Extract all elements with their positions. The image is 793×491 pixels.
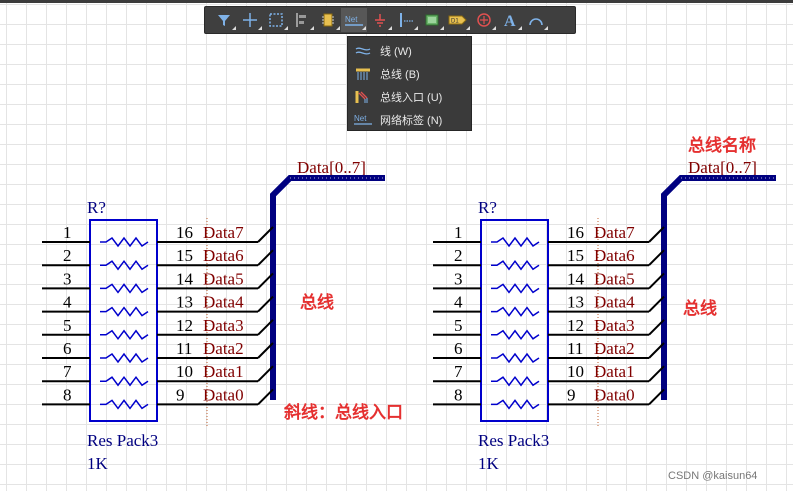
left-pin-number: 2	[63, 246, 72, 265]
left-pin-number: 4	[454, 293, 463, 312]
net-label: Data0	[203, 385, 244, 404]
bus-line	[661, 175, 776, 400]
right-pin-number: 13	[567, 293, 584, 312]
schematic-right: R? Res Pack3 1K Data[0..7] 1 16 Data72 15 Da…	[433, 158, 776, 473]
component-value: 1K	[87, 454, 109, 473]
right-pin-number: 12	[176, 316, 193, 335]
schematic-left: R? Res Pack3 1K Data[0..7] 1 16 Data72 15 Da…	[42, 158, 385, 473]
right-pin-number: 10	[176, 362, 193, 381]
resistor-element	[491, 306, 540, 317]
left-pin-number: 8	[454, 385, 463, 404]
right-pin-number: 12	[567, 316, 584, 335]
right-pin-number: 9	[176, 385, 185, 404]
designator: R?	[87, 198, 106, 217]
left-pin-number: 2	[454, 246, 463, 265]
resistor-element	[491, 283, 540, 294]
resistor-element	[100, 352, 149, 364]
right-pin-number: 14	[567, 269, 585, 288]
resistor-element	[100, 306, 149, 317]
left-pin-number: 7	[63, 362, 72, 381]
left-pin-number: 5	[454, 316, 463, 335]
designator: R?	[478, 198, 497, 217]
annotation-bus-entry: 斜线：总线入口	[284, 403, 403, 423]
net-label: Data7	[594, 223, 635, 242]
resistor-element	[491, 259, 540, 271]
right-pin-number: 14	[176, 269, 194, 288]
resistor-element	[100, 259, 149, 271]
bus-net-label[interactable]: Data[0..7]	[297, 158, 366, 177]
resistor-element	[491, 375, 540, 387]
resistor-element	[100, 399, 149, 410]
net-label: Data2	[594, 339, 635, 358]
net-label: Data2	[203, 339, 244, 358]
net-label: Data4	[203, 293, 244, 312]
component-body	[480, 219, 549, 422]
component-comment: Res Pack3	[87, 431, 158, 450]
component-comment: Res Pack3	[478, 431, 549, 450]
right-pin-number: 13	[176, 293, 193, 312]
net-label: Data3	[203, 316, 244, 335]
left-pin-number: 1	[454, 223, 463, 242]
resistor-element	[100, 236, 149, 248]
net-label: Data7	[203, 223, 244, 242]
annotation-bus-left: 总线	[300, 293, 334, 313]
right-pin-number: 10	[567, 362, 584, 381]
right-pin-number: 15	[567, 246, 584, 265]
right-pin-number: 9	[567, 385, 576, 404]
net-label: Data5	[203, 269, 244, 288]
net-label: Data6	[203, 246, 244, 265]
component-value: 1K	[478, 454, 500, 473]
net-label: Data4	[594, 293, 635, 312]
resistor-element	[491, 329, 540, 341]
left-pin-number: 3	[63, 269, 72, 288]
resistor-element	[100, 283, 149, 294]
component-body	[89, 219, 158, 422]
net-label: Data0	[594, 385, 635, 404]
left-pin-number: 1	[63, 223, 72, 242]
left-pin-number: 4	[63, 293, 72, 312]
right-pin-number: 15	[176, 246, 193, 265]
net-label: Data6	[594, 246, 635, 265]
left-pin-number: 8	[63, 385, 72, 404]
watermark: CSDN @kaisun64	[668, 470, 758, 482]
annotation-bus-right: 总线	[683, 299, 717, 319]
right-pin-number: 16	[567, 223, 584, 242]
right-pin-number: 16	[176, 223, 193, 242]
net-label: Data3	[594, 316, 635, 335]
resistor-element	[491, 352, 540, 364]
right-pin-number: 11	[176, 339, 192, 358]
resistor-element	[491, 236, 540, 248]
bus-net-label[interactable]: Data[0..7]	[688, 158, 757, 177]
resistor-element	[100, 329, 149, 341]
net-label: Data1	[594, 362, 635, 381]
left-pin-number: 6	[454, 339, 463, 358]
resistor-element	[100, 375, 149, 387]
resistor-element	[491, 399, 540, 410]
left-pin-number: 6	[63, 339, 72, 358]
left-pin-number: 7	[454, 362, 463, 381]
left-pin-number: 3	[454, 269, 463, 288]
right-pin-number: 11	[567, 339, 583, 358]
left-pin-number: 5	[63, 316, 72, 335]
annotation-bus-name: 总线名称	[688, 136, 756, 156]
net-label: Data5	[594, 269, 635, 288]
net-label: Data1	[203, 362, 244, 381]
